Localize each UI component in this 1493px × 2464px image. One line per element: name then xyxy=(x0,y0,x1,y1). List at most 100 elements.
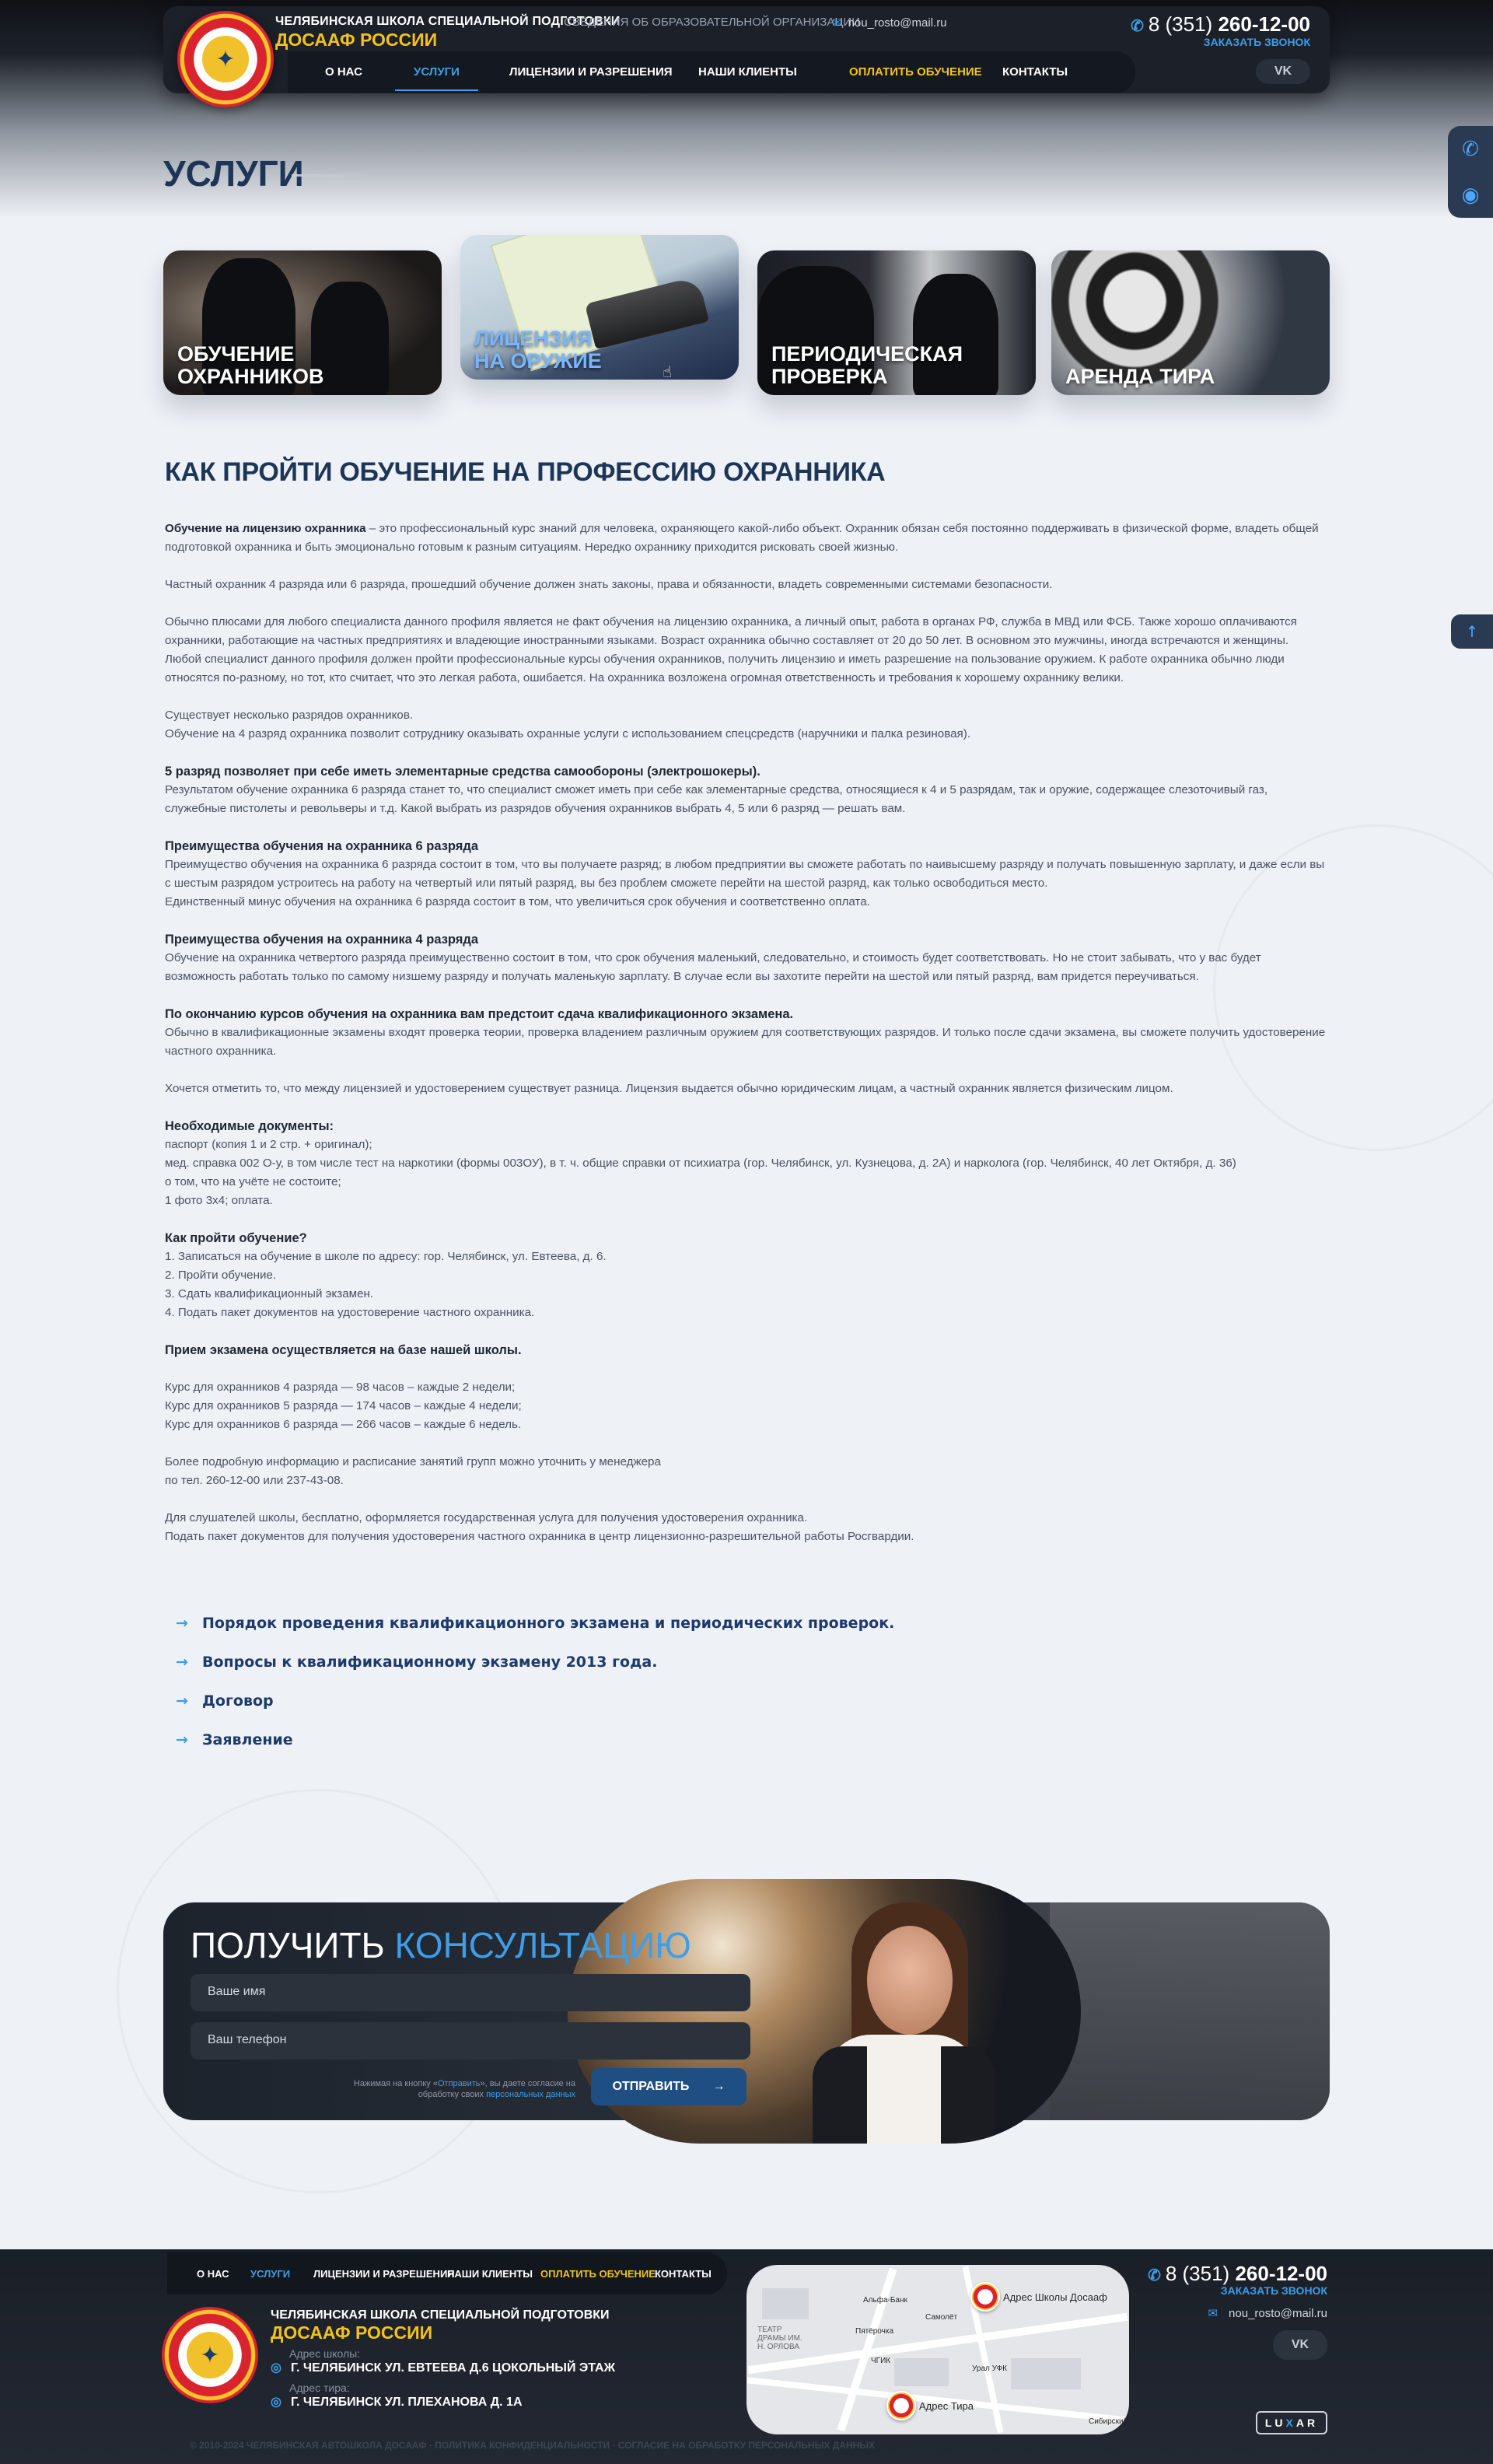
logo-text: AR xyxy=(1295,2417,1319,2429)
doc-link-label: Заявление xyxy=(202,1731,293,1748)
service-label: АРЕНДА ТИРА xyxy=(1065,364,1215,388)
map-pin-icon: ◎ xyxy=(271,2396,281,2409)
document-links: → Порядок проведения квалификационного эк… xyxy=(176,1604,894,1759)
phone-input[interactable]: Ваш телефон xyxy=(191,2022,750,2060)
nav-licenses[interactable]: ЛИЦЕНЗИИ И РАЗРЕШЕНИЯ xyxy=(509,65,673,79)
photo-part xyxy=(813,2046,867,2144)
footer-nav-pay[interactable]: ОПЛАТИТЬ ОБУЧЕНИЕ xyxy=(540,2268,656,2280)
list-item: паспорт (копия 1 и 2 стр. + оригинал); xyxy=(165,1138,372,1151)
list-item: Курс для охранников 5 разряда — 174 часо… xyxy=(165,1399,522,1412)
range-marker-label: Адрес Тира xyxy=(919,2400,974,2412)
list-item: 4. Подать пакет документов на удостовере… xyxy=(165,1306,535,1319)
address-street: УЛ. ПЛЕХАНОВА Д. 1А xyxy=(384,2396,523,2409)
footer-vk-button[interactable]: VK xyxy=(1273,2330,1327,2360)
section-heading: Как пройти обучение? xyxy=(165,1231,307,1245)
footer-nav-contacts[interactable]: КОНТАКТЫ xyxy=(655,2268,712,2280)
paragraph-text: Преимущество обучения на охранника 6 раз… xyxy=(165,858,1325,890)
service-card-guard-training[interactable]: ОБУЧЕНИЕ ОХРАННИКОВ xyxy=(163,250,442,395)
arrow-right-icon: → xyxy=(176,1615,188,1632)
eye-icon[interactable]: ◉ xyxy=(1448,172,1493,218)
map-pin-icon: ◎ xyxy=(271,2361,281,2375)
callback-link[interactable]: ЗАКАЗАТЬ ЗВОНОК xyxy=(1204,36,1310,48)
dosaaf-logo[interactable]: ✦ xyxy=(177,11,274,107)
list-item: 1 фото 3х4; оплата. xyxy=(165,1194,273,1207)
article-title: КАК ПРОЙТИ ОБУЧЕНИЕ НА ПРОФЕССИЮ ОХРАННИ… xyxy=(165,457,886,487)
email-text: nou_rosto@mail.ru xyxy=(848,16,947,30)
paragraph-text: Существует несколько разрядов охранников… xyxy=(165,709,414,722)
title-plain: ПОЛУЧИТЬ xyxy=(191,1925,385,1965)
list-item: мед. справка 002 О-у, в том числе тест н… xyxy=(165,1157,1236,1170)
vk-button[interactable]: VK xyxy=(1256,59,1310,84)
article-paragraph: Курс для охранников 4 разряда — 98 часов… xyxy=(165,1378,1327,1434)
address-street: УЛ. ЕВТЕЕВА Д.6 ЦОКОЛЬНЫЙ ЭТАЖ xyxy=(384,2361,616,2375)
list-item: Курс для охранников 6 разряда — 266 часо… xyxy=(165,1418,522,1431)
nav-contacts[interactable]: КОНТАКТЫ xyxy=(1002,65,1068,79)
footer-nav-clients[interactable]: НАШИ КЛИЕНТЫ xyxy=(447,2268,533,2280)
article-section: Как пройти обучение? 1. Записаться на обу… xyxy=(165,1229,1327,1322)
range-address-label: Адрес тира: xyxy=(289,2382,350,2394)
map-poi: Пятёрочка xyxy=(855,2327,894,2336)
school-map-marker[interactable] xyxy=(970,2282,1000,2312)
send-label: ОТПРАВИТЬ xyxy=(612,2080,690,2093)
article-paragraph: Обучение на лицензию охранника – это про… xyxy=(165,520,1327,557)
service-label-line1: ЛИЦЕНЗИЯ xyxy=(474,327,593,351)
doc-link-exam-questions[interactable]: → Вопросы к квалификационному экзамену 20… xyxy=(176,1643,894,1682)
doc-link-contract[interactable]: → Договор xyxy=(176,1682,894,1720)
article-paragraph: Обычно плюсами для любого специалиста да… xyxy=(165,615,1297,684)
name-input[interactable]: Ваше имя xyxy=(191,1974,750,2011)
personal-data-link[interactable]: персональных данных xyxy=(486,2090,575,2099)
footer-callback-link[interactable]: ЗАКАЗАТЬ ЗВОНОК xyxy=(1221,2284,1327,2297)
school-brand: ДОСААФ РОССИИ xyxy=(275,30,438,50)
list-item: 3. Сдать квалификационный экзамен. xyxy=(165,1287,374,1300)
footer-nav-licenses[interactable]: ЛИЦЕНЗИИ И РАЗРЕШЕНИЯ xyxy=(313,2268,455,2280)
article-section: Преимущества обучения на охранника 4 раз… xyxy=(165,930,1327,986)
phone-icon[interactable]: ✆ xyxy=(1448,126,1493,172)
site-header: ✦ ЧЕЛЯБИНСКАЯ ШКОЛА СПЕЦИАЛЬНОЙ ПОДГОТОВ… xyxy=(163,6,1330,107)
nav-about[interactable]: О НАС xyxy=(325,65,362,79)
nav-pay[interactable]: ОПЛАТИТЬ ОБУЧЕНИЕ xyxy=(849,65,982,79)
location-map[interactable]: ТЕАТР ДРАМЫ ИМ. Н. ОРЛОВА Альфа-Банк Сам… xyxy=(746,2265,1129,2434)
arrow-up-icon[interactable]: ↑ xyxy=(1451,614,1493,649)
article-body: Обучение на лицензию охранника – это про… xyxy=(165,520,1327,1565)
service-card-periodic-check[interactable]: ПЕРИОДИЧЕСКАЯ ПРОВЕРКА xyxy=(757,250,1036,395)
list-item: 1. Записаться на обучение в школе по адр… xyxy=(165,1250,607,1263)
section-heading: Преимущества обучения на охранника 6 раз… xyxy=(165,839,479,853)
phone-icon: ✆ xyxy=(1131,18,1144,35)
section-heading: 5 разряд позволяет при себе иметь элемен… xyxy=(165,765,760,779)
nav-services[interactable]: УСЛУГИ xyxy=(395,65,478,91)
footer-nav-about[interactable]: О НАС xyxy=(197,2268,229,2280)
list-item: 2. Пройти обучение. xyxy=(165,1269,277,1282)
article-paragraph: Частный охранник 4 разряда или 6 разряда… xyxy=(165,578,1053,591)
footer-nav-services[interactable]: УСЛУГИ xyxy=(250,2268,290,2280)
arrow-right-icon: → xyxy=(176,1692,188,1710)
doc-link-exam-procedure[interactable]: → Порядок проведения квалификационного эк… xyxy=(176,1604,894,1643)
footer-email[interactable]: ✉ nou_rosto@mail.ru xyxy=(1208,2306,1327,2320)
doc-link-label: Порядок проведения квалификационного экз… xyxy=(202,1615,895,1632)
send-button[interactable]: ОТПРАВИТЬ → xyxy=(591,2068,746,2105)
consent-text: Нажимая на кнопку «Отправить», вы даете … xyxy=(342,2078,575,2100)
title-highlight: КОНСУЛЬТАЦИЮ xyxy=(394,1925,691,1965)
doc-link-label: Вопросы к квалификационному экзамену 201… xyxy=(202,1654,658,1671)
consultation-title: ПОЛУЧИТЬ КОНСУЛЬТАЦИЮ xyxy=(191,1924,691,1966)
doc-link-application[interactable]: → Заявление xyxy=(176,1720,894,1759)
range-map-marker[interactable] xyxy=(886,2391,916,2420)
phone-code: 8 (351) xyxy=(1165,2262,1230,2285)
article-section: Преимущества обучения на охранника 6 раз… xyxy=(165,837,1327,912)
photo-part xyxy=(867,1926,953,2035)
header-phone[interactable]: ✆ 8 (351) 260-12-00 xyxy=(1131,12,1310,37)
footer-phone[interactable]: ✆ 8 (351) 260-12-00 xyxy=(1148,2262,1327,2286)
article-paragraph: Более подробную информацию и расписание … xyxy=(165,1453,1327,1490)
footer-logo[interactable]: ✦ xyxy=(162,2307,258,2403)
map-poi: Сибирский xyxy=(1089,2417,1128,2426)
paragraph-text: Единственный минус обучения на охранника… xyxy=(165,895,870,908)
nav-clients[interactable]: НАШИ КЛИЕНТЫ xyxy=(698,65,797,79)
phone-code: 8 (351) xyxy=(1148,12,1213,36)
service-card-range-rent[interactable]: АРЕНДА ТИРА xyxy=(1051,250,1330,395)
edu-info-link[interactable]: СВЕДЕНИЯ ОБ ОБРАЗОВАТЕЛЬНОЙ ОРГАНИЗАЦИИ xyxy=(564,16,860,29)
logo-text: X xyxy=(1285,2417,1296,2429)
map-poi: Самолёт xyxy=(925,2313,958,2322)
article-section: 5 разряд позволяет при себе иметь элемен… xyxy=(165,762,1327,818)
header-email[interactable]: ✉ nou_rosto@mail.ru xyxy=(832,16,947,30)
luxar-logo[interactable]: LU X AR xyxy=(1256,2411,1327,2434)
service-card-weapon-license[interactable]: ЛИЦЕНЗИЯ НА ОРУЖИЕ xyxy=(460,235,739,380)
